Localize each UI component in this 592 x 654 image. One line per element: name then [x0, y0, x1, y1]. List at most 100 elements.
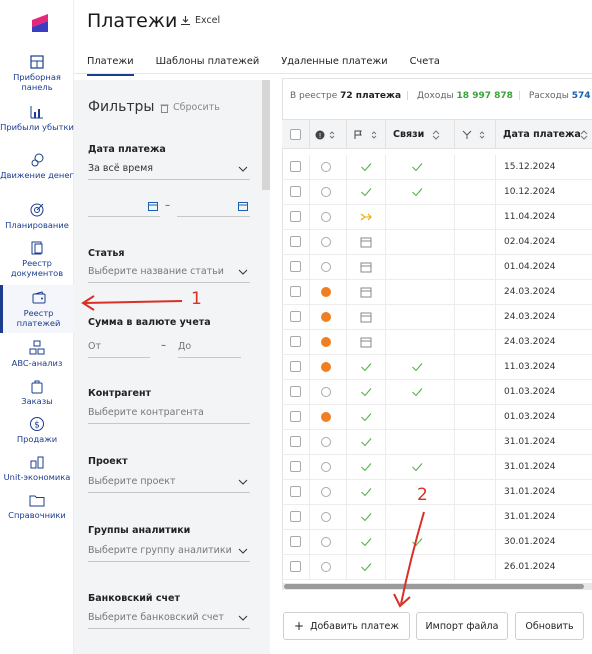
row-checkbox[interactable] [290, 436, 301, 447]
project-select[interactable]: Выберите проект [88, 475, 250, 493]
column-divider [454, 480, 455, 504]
table-row[interactable]: 30.01.2024 [282, 530, 592, 555]
sidebar-item-references[interactable]: Справочники [0, 492, 74, 520]
sort-icon[interactable] [432, 130, 440, 140]
import-file-button[interactable]: Импорт файла [416, 612, 508, 640]
filters-scrollbar[interactable] [262, 80, 270, 190]
sidebar-item-dashboard[interactable]: Приборная панель [0, 54, 74, 92]
row-checkbox[interactable] [290, 511, 301, 522]
dashboard-icon [30, 55, 44, 69]
sidebar: Приборная панель Прибыли убытки Движение… [0, 0, 74, 654]
split-sort-icon[interactable] [462, 130, 488, 140]
table-row[interactable]: 31.01.2024 [282, 480, 592, 505]
row-checkbox[interactable] [290, 236, 301, 247]
amount-from-input[interactable]: От [88, 340, 150, 358]
add-payment-button[interactable]: + Добавить платеж [283, 612, 410, 640]
column-divider [309, 180, 310, 204]
row-checkbox[interactable] [290, 461, 301, 472]
sidebar-item-orders[interactable]: Заказы [0, 378, 74, 406]
sidebar-item-abc[interactable]: ABC-анализ [0, 340, 74, 368]
bank-select[interactable]: Выберите банковский счет [88, 611, 250, 629]
column-divider [385, 205, 386, 229]
row-checkbox[interactable] [290, 561, 301, 572]
check-icon [361, 163, 372, 172]
article-select[interactable]: Выберите название статьи [88, 265, 250, 283]
amount-to-input[interactable]: До [178, 340, 241, 358]
table-row[interactable]: 10.12.2024 [282, 180, 592, 205]
status-indicator [321, 437, 331, 447]
flag-sort-icon[interactable] [354, 130, 380, 140]
check-icon [361, 438, 372, 447]
date-to-input[interactable] [177, 199, 250, 217]
table-row[interactable]: 01.03.2024 [282, 380, 592, 405]
table-row[interactable]: 01.04.2024 [282, 255, 592, 280]
column-divider [454, 155, 455, 179]
status-indicator [321, 387, 331, 397]
check-icon [412, 538, 423, 547]
sidebar-item-unit[interactable]: Unit-экономика [0, 454, 74, 482]
sidebar-item-documents[interactable]: Реестр документов [0, 240, 74, 278]
sidebar-item-profit[interactable]: Прибыли убытки [0, 104, 74, 132]
column-divider [495, 205, 496, 229]
date-column-header[interactable]: Дата платежа [503, 129, 581, 140]
row-checkbox[interactable] [290, 286, 301, 297]
links-column-header[interactable]: Связи [393, 129, 424, 140]
row-checkbox[interactable] [290, 386, 301, 397]
add-payment-label: Добавить платеж [310, 620, 399, 632]
sidebar-item-sales[interactable]: $ Продажи [0, 416, 74, 444]
chevron-down-icon [238, 166, 248, 172]
counterparty-input[interactable]: Выберите контрагента [88, 406, 250, 424]
sort-icon[interactable] [580, 130, 588, 140]
table-row[interactable]: 31.01.2024 [282, 505, 592, 530]
table-row[interactable]: 24.03.2024 [282, 305, 592, 330]
excel-export-button[interactable]: Excel [180, 15, 220, 26]
row-checkbox[interactable] [290, 411, 301, 422]
annotation-arrowhead-2 [393, 593, 411, 608]
row-checkbox[interactable] [290, 211, 301, 222]
row-checkbox[interactable] [290, 186, 301, 197]
payment-date: 31.01.2024 [504, 512, 556, 522]
table-row[interactable]: 31.01.2024 [282, 455, 592, 480]
flag-indicator [360, 236, 372, 248]
table-row[interactable]: 15.12.2024 [282, 155, 592, 180]
check-icon [412, 463, 423, 472]
column-divider [454, 505, 455, 529]
row-checkbox[interactable] [290, 336, 301, 347]
links-indicator [411, 536, 423, 548]
sidebar-item-planning[interactable]: Планирование [0, 202, 74, 230]
date-range-dash: – [165, 200, 170, 211]
check-icon [361, 463, 372, 472]
table-row[interactable]: 02.04.2024 [282, 230, 592, 255]
refresh-button[interactable]: Обновить [515, 612, 584, 640]
scrollbar-thumb[interactable] [284, 584, 584, 589]
row-checkbox[interactable] [290, 261, 301, 272]
table-horizontal-scrollbar[interactable] [282, 583, 592, 590]
table-row[interactable]: 24.03.2024 [282, 330, 592, 355]
page-title: Платежи [87, 10, 178, 32]
column-divider [454, 380, 455, 404]
select-all-checkbox[interactable] [290, 129, 301, 140]
reset-filters-button[interactable]: Сбросить [160, 102, 220, 113]
status-sort-icon[interactable]: ! [315, 130, 337, 140]
row-checkbox[interactable] [290, 361, 301, 372]
row-checkbox[interactable] [290, 161, 301, 172]
date-filter-select[interactable]: За всё время [88, 162, 250, 180]
table-row[interactable]: 26.01.2024 [282, 555, 592, 580]
table-row[interactable]: 31.01.2024 [282, 430, 592, 455]
sidebar-item-payments[interactable]: Реестр платежей [0, 285, 74, 333]
table-row[interactable]: 24.03.2024 [282, 280, 592, 305]
column-divider [346, 280, 347, 304]
column-divider [309, 255, 310, 279]
status-indicator [321, 512, 331, 522]
date-from-input[interactable] [88, 199, 160, 217]
row-checkbox[interactable] [290, 311, 301, 322]
column-divider [346, 505, 347, 529]
groups-select[interactable]: Выберите группу аналитики [88, 544, 250, 562]
sidebar-item-money-flow[interactable]: Движение денег [0, 152, 74, 180]
table-row[interactable]: 11.03.2024 [282, 355, 592, 380]
table-row[interactable]: 11.04.2024 [282, 205, 592, 230]
row-checkbox[interactable] [290, 536, 301, 547]
row-checkbox[interactable] [290, 486, 301, 497]
table-row[interactable]: 01.03.2024 [282, 405, 592, 430]
split-icon [360, 213, 372, 221]
